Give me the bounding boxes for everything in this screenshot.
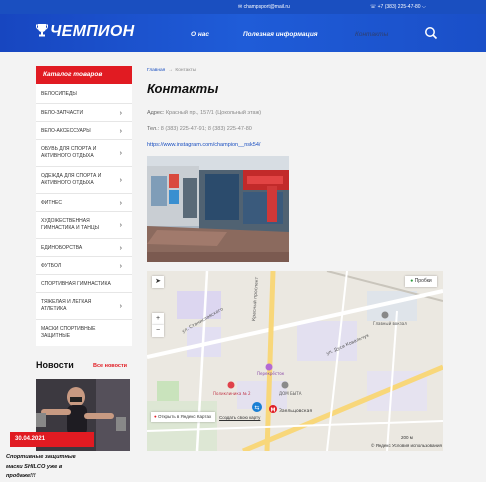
create-map-link[interactable]: Создать свою карту	[219, 415, 260, 420]
catalog-item-label: ВЕЛОСИПЕДЫ	[41, 90, 77, 97]
chevron-right-icon: ›	[119, 177, 122, 184]
catalog-item-label: ТЯЖЕЛАЯ И ЛЕГКАЯ АТЛЕТИКА	[41, 299, 92, 312]
address-line: Адрес: Красный пр., 157/1 (Цокольный эта…	[147, 110, 261, 116]
catalog-item-label: ФИТНЕС	[41, 199, 63, 206]
chevron-right-icon: ›	[119, 127, 122, 135]
nav-useful-info[interactable]: Полезная информация	[243, 31, 318, 38]
catalog-item[interactable]: ВЕЛО-АКСЕССУАРЫ ›	[36, 122, 132, 140]
catalog-item[interactable]: ФУТБОЛ ›	[36, 257, 132, 275]
map-label-metro: Заельцовская	[279, 408, 312, 414]
search-icon[interactable]	[424, 26, 438, 40]
phone-label: Тел.:	[147, 126, 160, 132]
chevron-right-icon: ›	[119, 222, 122, 229]
svg-text:⇆: ⇆	[254, 405, 259, 412]
catalog-item[interactable]: ФИТНЕС ›	[36, 194, 132, 212]
location-arrow-button[interactable]: ➤	[152, 276, 164, 288]
yandex-pin-icon: ●	[154, 414, 157, 419]
logo-text: ЧЕМПИОН	[50, 23, 135, 40]
catalog-item[interactable]: МАСКИ СПОРТИВНЫЕ ЗАЩИТНЫЕ	[36, 320, 132, 346]
news-date: 30.04.2021	[10, 432, 94, 447]
catalog-item-label: ОДЕЖДА ДЛЯ СПОРТА И АКТИВНОГО ОТДЫХА	[41, 173, 102, 186]
phone-link[interactable]: ☏ +7 (383) 225-47-80 ⌵	[370, 4, 426, 10]
page-title: Контакты	[147, 81, 219, 96]
open-in-yandex-label: Открыть в Яндекс Картах	[157, 414, 212, 419]
catalog-item[interactable]: ОБУВЬ ДЛЯ СПОРТА И АКТИВНОГО ОТДЫХА ›	[36, 140, 132, 167]
storefront-image	[147, 156, 289, 262]
all-news-link[interactable]: Все новости	[93, 363, 127, 369]
chevron-right-icon: ›	[119, 244, 122, 252]
catalog-item-label: ФУТБОЛ	[41, 262, 62, 269]
zoom-in-button[interactable]: +	[152, 313, 164, 325]
catalog-item[interactable]: ВЕЛОСИПЕДЫ	[36, 84, 132, 104]
map-canvas: ⇆ M Красный проспект ул. Станиславского …	[147, 271, 443, 451]
nav-contacts[interactable]: Контакты	[355, 31, 388, 38]
chevron-right-icon: ›	[119, 262, 122, 270]
catalog-item-label: ВЕЛО-ЗАПЧАСТИ	[41, 109, 84, 116]
catalog-item[interactable]: СПОРТИВНАЯ ГИМНАСТИКА	[36, 275, 132, 293]
chevron-right-icon: ›	[119, 199, 122, 207]
catalog-item-label: ХУДОЖЕСТВЕННАЯ ГИМНАСТИКА И ТАНЦЫ	[41, 218, 99, 231]
traffic-label: Пробки	[414, 278, 432, 284]
news-excerpt[interactable]: Спортивные защитные маски SHILCO уже в п…	[6, 453, 92, 482]
address-value: Красный пр., 157/1 (Цокольный этаж)	[165, 110, 262, 116]
chevron-right-icon: ›	[119, 303, 122, 310]
map-label-shop: Перекрёсток	[257, 371, 285, 376]
catalog-item[interactable]: ВЕЛО-ЗАПЧАСТИ ›	[36, 104, 132, 122]
news-heading: Новости	[36, 360, 74, 370]
main-header: ЧЕМПИОН О нас Полезная информация Контак…	[0, 14, 486, 52]
breadcrumb-current: Контакты	[175, 68, 197, 73]
address-label: Адрес:	[147, 110, 165, 116]
map-label-poi: Главный вокзал	[373, 321, 407, 326]
logo[interactable]: ЧЕМПИОН	[36, 23, 134, 41]
breadcrumb-home[interactable]: Главная	[147, 68, 165, 73]
open-in-yandex-button[interactable]: ● Открыть в Яндекс Картах	[151, 412, 215, 422]
svg-text:M: M	[271, 408, 276, 414]
catalog-item-label: ВЕЛО-АКСЕССУАРЫ	[41, 127, 91, 134]
yandex-map[interactable]: ⇆ M Красный проспект ул. Станиславского …	[147, 271, 443, 451]
catalog-item-label: МАСКИ СПОРТИВНЫЕ ЗАЩИТНЫЕ	[41, 326, 96, 339]
traffic-icon: ●	[410, 278, 414, 284]
catalog-item[interactable]: ТЯЖЕЛАЯ И ЛЕГКАЯ АТЛЕТИКА ›	[36, 293, 132, 320]
sidebar: Каталог товаров ВЕЛОСИПЕДЫ ВЕЛО-ЗАПЧАСТИ…	[36, 66, 132, 451]
catalog-item-label: ЕДИНОБОРСТВА	[41, 244, 83, 251]
breadcrumb-separator: →	[167, 68, 173, 73]
map-label-dom: ДОМ БЫТА	[279, 391, 302, 396]
phone-line: Тел.: 8 (383) 225-47-91; 8 (383) 225-47-…	[147, 126, 252, 132]
store-photo	[147, 156, 289, 262]
nav-about[interactable]: О нас	[191, 31, 209, 38]
traffic-button[interactable]: ● Пробки	[405, 276, 437, 287]
zoom-out-button[interactable]: −	[152, 325, 164, 337]
catalog-item[interactable]: ЕДИНОБОРСТВА ›	[36, 239, 132, 257]
map-label-hospital: Поликлиника № 2	[213, 391, 251, 396]
catalog-item[interactable]: ОДЕЖДА ДЛЯ СПОРТА И АКТИВНОГО ОТДЫХА ›	[36, 167, 132, 194]
breadcrumb: Главная → Контакты	[147, 68, 196, 73]
phone-value: 8 (383) 225-47-91; 8 (383) 225-47-80	[160, 126, 252, 132]
instagram-link[interactable]: https://www.instagram.com/champion__nsk5…	[147, 142, 260, 148]
map-scale: 200 м	[401, 435, 413, 440]
trophy-icon	[36, 24, 48, 37]
catalog-item[interactable]: ХУДОЖЕСТВЕННАЯ ГИМНАСТИКА И ТАНЦЫ ›	[36, 212, 132, 239]
chevron-right-icon: ›	[119, 150, 122, 157]
catalog-title: Каталог товаров	[36, 66, 132, 84]
chevron-right-icon: ›	[119, 109, 122, 117]
map-copyright[interactable]: © Яндекс Условия использования	[371, 443, 442, 448]
catalog-item-label: ОБУВЬ ДЛЯ СПОРТА И АКТИВНОГО ОТДЫХА	[41, 146, 97, 159]
catalog-list: ВЕЛОСИПЕДЫ ВЕЛО-ЗАПЧАСТИ › ВЕЛО-АКСЕССУАР…	[36, 84, 132, 346]
top-bar: ✉ champsport@mail.ru ☏ +7 (383) 225-47-8…	[0, 0, 486, 14]
email-link[interactable]: ✉ champsport@mail.ru	[238, 4, 290, 10]
catalog-item-label: СПОРТИВНАЯ ГИМНАСТИКА	[41, 280, 111, 287]
